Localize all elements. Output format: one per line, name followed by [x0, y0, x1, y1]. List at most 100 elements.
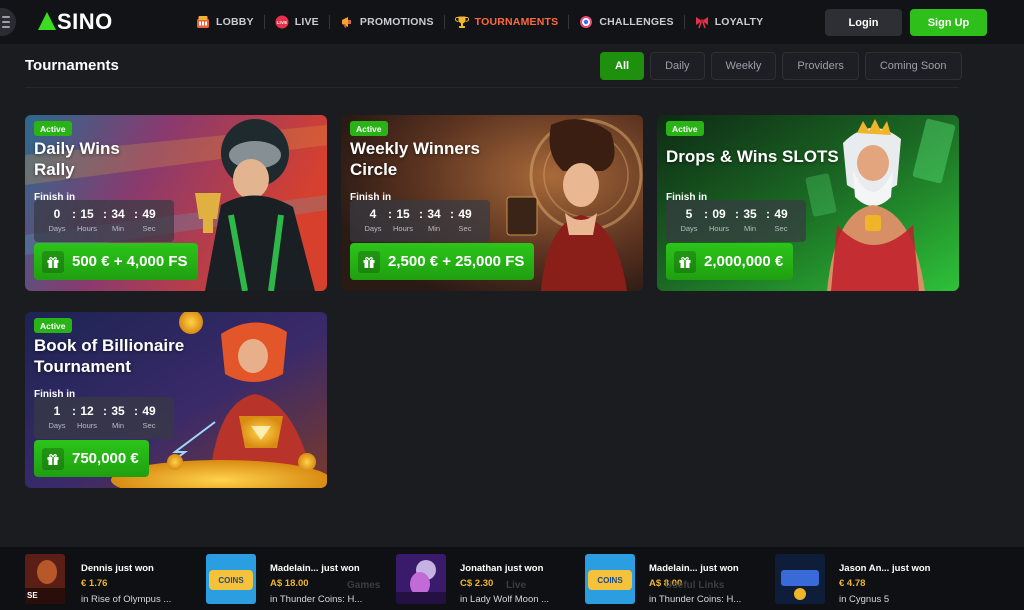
nav-label: TOURNAMENTS — [474, 16, 559, 28]
footer-live-heading: Live — [506, 580, 527, 591]
nav-label: LOBBY — [216, 16, 254, 28]
timer-sec: 49 — [142, 404, 156, 418]
timer-hours: 15 — [80, 207, 94, 221]
countdown-timer: 4 Days : 15 Hours : 34 Min : 49 Sec — [350, 200, 490, 242]
days-label: Days — [48, 421, 66, 430]
winner-name: Dennis just won — [81, 563, 154, 574]
tournament-card[interactable]: Active Drops & Wins SLOTS Finish in 5 Day… — [657, 115, 959, 291]
footer-useful-links-heading: Useful Links — [665, 580, 725, 591]
svg-text:COINS: COINS — [218, 576, 244, 585]
win-amount: C$ 2.30 — [460, 578, 494, 589]
game-name: in Cygnus 5 — [839, 594, 890, 605]
winner-name: Madelain... just won — [270, 563, 360, 574]
nav-live[interactable]: LIVE LIVE — [265, 0, 329, 44]
main-nav: LOBBY LIVE LIVE PROMOTIONS TOURNAMENTS C… — [186, 0, 773, 44]
days-label: Days — [364, 224, 382, 233]
timer-min: 35 — [111, 404, 125, 418]
filter-coming-soon[interactable]: Coming Soon — [864, 52, 962, 80]
tournament-card[interactable]: Active Book of Billionaire Tournament Fi… — [25, 312, 327, 488]
win-amount: € 1.76 — [81, 578, 108, 589]
nav-label: LIVE — [294, 16, 319, 28]
timer-hours: 15 — [396, 207, 410, 221]
winner-name: Jonathan just won — [460, 563, 544, 574]
gift-icon — [674, 250, 696, 273]
svg-text:LIVE: LIVE — [276, 20, 287, 25]
win-amount: € 4.78 — [839, 578, 866, 589]
hours-label: Hours — [76, 224, 97, 233]
prize-pool: 2,000,000 € — [666, 243, 794, 280]
hours-label: Hours — [708, 224, 729, 233]
tournament-card[interactable]: Active Weekly Winners Circle Finish in 4… — [341, 115, 643, 291]
signup-button[interactable]: Sign Up — [910, 9, 987, 36]
footer-games-heading: Games — [347, 580, 381, 591]
nav-promotions[interactable]: PROMOTIONS — [330, 0, 444, 44]
prize-pool: 750,000 € — [34, 440, 149, 477]
site-logo[interactable]: SINO — [38, 9, 113, 35]
game-thumbnail: COINS — [585, 554, 635, 604]
nav-lobby[interactable]: LOBBY — [186, 0, 264, 44]
nav-challenges[interactable]: CHALLENGES — [569, 0, 683, 44]
countdown-timer: 5 Days : 09 Hours : 35 Min : 49 Sec — [666, 200, 806, 242]
sec-label: Sec — [458, 224, 472, 233]
days-label: Days — [680, 224, 698, 233]
megaphone-icon — [340, 15, 354, 29]
menu-toggle-icon[interactable] — [0, 8, 16, 36]
tournament-title: Drops & Wins SLOTS — [666, 147, 839, 166]
live-icon: LIVE — [275, 15, 289, 29]
hours-label: Hours — [76, 421, 97, 430]
hours-label: Hours — [392, 224, 413, 233]
prize-amount: 500 € + 4,000 FS — [72, 253, 188, 270]
win-amount: A$ 18.00 — [270, 578, 309, 589]
game-thumbnail — [396, 554, 446, 604]
timer-sec: 49 — [458, 207, 472, 221]
recent-winners-feed: SE Dennis just won € 1.76 in Rise of Oly… — [0, 547, 1024, 610]
timer-min: 34 — [111, 207, 125, 221]
status-badge: Active — [34, 318, 72, 333]
timer-sec: 49 — [774, 207, 788, 221]
game-name: in Thunder Coins: H... — [270, 594, 363, 605]
login-button[interactable]: Login — [825, 9, 902, 36]
timer-days: 4 — [369, 207, 377, 221]
nav-loyalty[interactable]: LOYALTY — [685, 0, 774, 44]
casino-icon — [196, 15, 210, 29]
top-navigation-bar: SINO LOBBY LIVE LIVE PROMOTIONS TOURNAME… — [0, 0, 1024, 44]
timer-days: 1 — [53, 404, 61, 418]
prize-amount: 2,500 € + 25,000 FS — [388, 253, 525, 270]
nav-label: LOYALTY — [714, 16, 764, 28]
nav-tournaments[interactable]: TOURNAMENTS — [445, 0, 569, 44]
prize-amount: 750,000 € — [72, 450, 139, 467]
game-thumbnail: SE — [25, 554, 65, 604]
page-title: Tournaments — [25, 57, 119, 74]
timer-min: 34 — [427, 207, 441, 221]
filter-providers[interactable]: Providers — [782, 52, 859, 80]
filter-weekly[interactable]: Weekly — [710, 52, 777, 80]
timer-days: 5 — [685, 207, 693, 221]
status-badge: Active — [34, 121, 72, 136]
tournament-title: Daily Wins Rally — [34, 139, 120, 179]
nav-label: CHALLENGES — [599, 16, 674, 28]
tournament-card[interactable]: Active Daily Wins Rally Finish in 0 Days … — [25, 115, 327, 291]
logo-mark-icon — [38, 12, 56, 30]
timer-hours: 12 — [80, 404, 94, 418]
sec-label: Sec — [142, 421, 156, 430]
filter-all[interactable]: All — [600, 52, 645, 80]
filter-daily[interactable]: Daily — [650, 52, 705, 80]
gift-icon — [42, 250, 64, 273]
countdown-timer: 0 Days : 15 Hours : 34 Min : 49 Sec — [34, 200, 174, 242]
sec-label: Sec — [142, 224, 156, 233]
sec-label: Sec — [774, 224, 788, 233]
svg-text:COINS: COINS — [597, 576, 623, 585]
game-thumbnail: COINS — [206, 554, 256, 604]
min-label: Min — [111, 224, 125, 233]
min-label: Min — [743, 224, 757, 233]
tournament-title: Book of Billionaire Tournament — [34, 336, 185, 376]
header-divider — [25, 87, 959, 88]
gift-icon — [358, 250, 380, 273]
logo-text: SINO — [57, 9, 113, 34]
min-label: Min — [111, 421, 125, 430]
days-label: Days — [48, 224, 66, 233]
winner-name: Madelain... just won — [649, 563, 739, 574]
prize-pool: 500 € + 4,000 FS — [34, 243, 198, 280]
timer-sec: 49 — [142, 207, 156, 221]
ribbon-icon — [695, 15, 709, 29]
